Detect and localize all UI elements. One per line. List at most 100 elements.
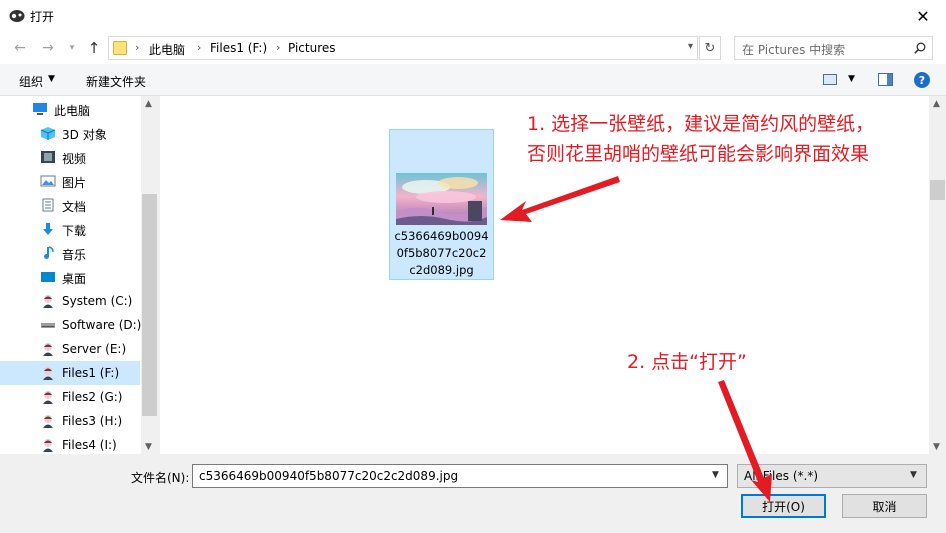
sidebar-item-label: Server (E:): [62, 342, 127, 356]
desktop-icon: [41, 272, 55, 282]
pc-icon: [33, 103, 47, 115]
view-mode-icon[interactable]: [823, 74, 837, 85]
drive-avatar-icon: [43, 295, 53, 308]
sidebar-item-label: System (C:): [62, 294, 133, 308]
sidebar-item[interactable]: 视频: [0, 145, 140, 169]
sidebar-item[interactable]: 此电脑: [0, 97, 140, 121]
sidebar-item[interactable]: Software (D:): [0, 313, 142, 337]
address-bar[interactable]: › 此电脑 › Files1 (F:) › Pictures ▾: [108, 36, 698, 60]
video-icon: [41, 151, 55, 163]
drive-avatar-icon: [43, 343, 53, 356]
organize-button[interactable]: 组织: [19, 73, 43, 90]
sidebar-item-label: 文档: [62, 200, 87, 214]
filename-input[interactable]: c5366469b00940f5b8077c20c2c2d089.jpg: [192, 464, 728, 488]
forward-button[interactable]: →: [38, 38, 58, 58]
open-button[interactable]: 打开(O): [741, 494, 826, 518]
chevron-down-icon[interactable]: ▾: [688, 41, 693, 52]
sidebar-item-label: Software (D:): [62, 318, 142, 332]
chevron-down-icon[interactable]: ▼: [910, 470, 917, 480]
breadcrumb-pictures[interactable]: Pictures: [288, 41, 336, 55]
sidebar-item[interactable]: Server (E:): [0, 337, 140, 361]
sidebar-item-label: 下载: [62, 224, 87, 238]
toolbar: 组织 ▼ 新建文件夹 ▼ ?: [0, 64, 946, 96]
scroll-up-icon[interactable]: ▲: [933, 99, 940, 109]
sidebar-item[interactable]: 图片: [0, 169, 140, 193]
scroll-up-icon[interactable]: ▲: [145, 99, 152, 109]
sidebar-item[interactable]: 文档: [0, 193, 140, 217]
chevron-right-icon: ›: [276, 41, 281, 54]
title-bar: 打开 ✕: [0, 0, 946, 32]
documents-icon: [42, 198, 54, 212]
cancel-button[interactable]: 取消: [842, 494, 927, 518]
scroll-thumb[interactable]: [930, 180, 945, 200]
search-placeholder: 在 Pictures 中搜索: [742, 43, 846, 57]
sidebar-item-label: 视频: [62, 152, 87, 166]
bottom-panel: 文件名(N): c5366469b00940f5b8077c20c2c2d089…: [0, 454, 946, 533]
drive-avatar-icon: [43, 415, 53, 428]
app-icon: [9, 10, 25, 22]
drive-avatar-icon: [43, 391, 53, 404]
scroll-down-icon[interactable]: ▼: [145, 442, 152, 452]
preview-pane-icon[interactable]: [878, 73, 893, 86]
sidebar-item-label: Files3 (H:): [62, 414, 123, 428]
scroll-down-icon[interactable]: ▼: [933, 442, 940, 452]
chevron-down-icon[interactable]: ▼: [48, 74, 55, 84]
navigation-pane: 此电脑 3D 对象视频图片文档下载音乐桌面 System (C:) Software …: [0, 96, 158, 454]
chevron-down-icon[interactable]: ▼: [712, 470, 719, 480]
address-row: ← → ▾ ↑ › 此电脑 › Files1 (F:) › Pictures ▾…: [0, 32, 946, 64]
sidebar-item-label: Files4 (I:): [62, 438, 117, 452]
sidebar-item-label: 音乐: [62, 248, 87, 262]
chevron-down-icon[interactable]: ▼: [848, 74, 855, 84]
sidebar-item-label: Files2 (G:): [62, 390, 123, 404]
search-icon: [914, 42, 926, 54]
sidebar-item-label: 图片: [62, 176, 87, 190]
chevron-right-icon: ›: [135, 41, 140, 54]
3d-objects-icon: [40, 127, 56, 140]
sidebar-item[interactable]: 3D 对象: [0, 121, 140, 145]
search-input[interactable]: 在 Pictures 中搜索: [734, 36, 933, 60]
refresh-button[interactable]: ↻: [699, 36, 721, 60]
sidebar-item[interactable]: Files2 (G:): [0, 385, 140, 409]
drive-icon: [41, 323, 55, 328]
file-name: c5366469b0094 0f5b8077c20c2 c2d089.jpg: [394, 229, 489, 277]
refresh-icon: ↻: [704, 40, 716, 56]
filename-label: 文件名(N):: [131, 471, 190, 485]
sidebar-item[interactable]: 下载: [0, 217, 140, 241]
download-icon: [43, 223, 53, 235]
sidebar-item[interactable]: 桌面: [0, 265, 140, 289]
music-icon: [44, 246, 54, 259]
nav-scrollbar[interactable]: ▲ ▼: [141, 96, 158, 454]
up-button[interactable]: ↑: [84, 38, 104, 58]
sidebar-item[interactable]: Files1 (F:): [0, 361, 140, 385]
folder-icon: [113, 41, 127, 55]
sidebar-item-label: Files1 (F:): [62, 366, 120, 380]
new-folder-button[interactable]: 新建文件夹: [86, 73, 146, 90]
close-icon: ✕: [916, 6, 930, 26]
sidebar-item[interactable]: System (C:): [0, 289, 140, 313]
drive-avatar-icon: [43, 367, 53, 380]
filetype-select[interactable]: All Files (*.*): [737, 464, 927, 488]
drive-avatar-icon: [43, 439, 53, 452]
window-title: 打开: [30, 10, 55, 24]
sidebar-item-label: 桌面: [62, 272, 87, 286]
pictures-icon: [40, 175, 56, 187]
annotation-step1-line2: 否则花里胡哨的壁纸可能会影响界面效果: [527, 143, 870, 165]
image-thumbnail: [396, 173, 487, 225]
annotation-step2: 2. 点击“打开”: [627, 351, 747, 373]
content-scrollbar[interactable]: ▲ ▼: [929, 96, 946, 454]
sidebar-item-label: 此电脑: [54, 104, 91, 118]
sidebar-item[interactable]: Files3 (H:): [0, 409, 140, 433]
annotation-step1-line1: 1. 选择一张壁纸，建议是简约风的壁纸，: [527, 113, 875, 135]
sidebar-item[interactable]: 音乐: [0, 241, 140, 265]
chevron-right-icon: ›: [197, 41, 202, 54]
file-item[interactable]: c5366469b0094 0f5b8077c20c2 c2d089.jpg: [389, 129, 494, 280]
scroll-thumb[interactable]: [142, 194, 157, 416]
recent-locations-dropdown[interactable]: ▾: [62, 38, 82, 58]
help-icon[interactable]: ?: [914, 72, 930, 88]
breadcrumb-this-pc[interactable]: 此电脑: [149, 41, 185, 58]
sidebar-item[interactable]: Files4 (I:): [0, 433, 140, 454]
back-button[interactable]: ←: [10, 38, 30, 58]
sidebar-item-label: 3D 对象: [62, 128, 107, 142]
close-button[interactable]: ✕: [900, 0, 946, 32]
breadcrumb-drive[interactable]: Files1 (F:): [210, 41, 267, 55]
